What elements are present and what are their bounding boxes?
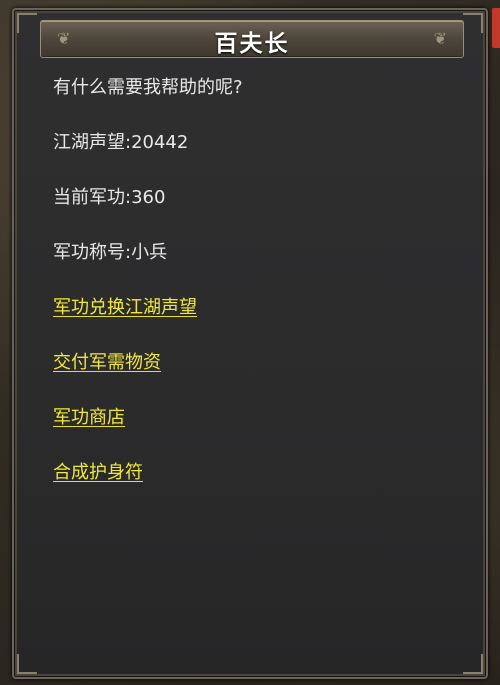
greeting-text: 有什么需要我帮助的呢?: [53, 77, 243, 98]
merit-value: 当前军功:360: [53, 187, 166, 208]
corner-ornament: [17, 13, 37, 33]
npc-dialog-panel: ❦ 百夫长 ❦ 有什么需要我帮助的呢? 江湖声望:20442 当前军功:360 …: [12, 8, 488, 679]
game-background: ❦ 百夫长 ❦ 有什么需要我帮助的呢? 江湖声望:20442 当前军功:360 …: [0, 0, 500, 685]
corner-ornament: [17, 654, 37, 674]
deliver-supplies-option[interactable]: 交付军需物资: [53, 351, 473, 375]
corner-ornament: [463, 654, 483, 674]
exchange-reputation-option[interactable]: 军功兑换江湖声望: [53, 296, 473, 320]
corner-ornament: [463, 13, 483, 33]
dialog-content: 有什么需要我帮助的呢? 江湖声望:20442 当前军功:360 军功称号:小兵 …: [53, 76, 473, 516]
merit-title-value: 军功称号:小兵: [53, 242, 168, 263]
npc-name-title: 百夫长: [214, 31, 290, 57]
reputation-value: 江湖声望:20442: [53, 132, 189, 153]
craft-amulet-option[interactable]: 合成护身符: [53, 461, 473, 485]
ornament-icon: ❦: [433, 29, 447, 48]
dialog-title-bar: ❦ 百夫长 ❦: [40, 20, 464, 58]
merit-shop-option[interactable]: 军功商店: [53, 406, 473, 430]
window-edge-button[interactable]: [492, 8, 500, 48]
